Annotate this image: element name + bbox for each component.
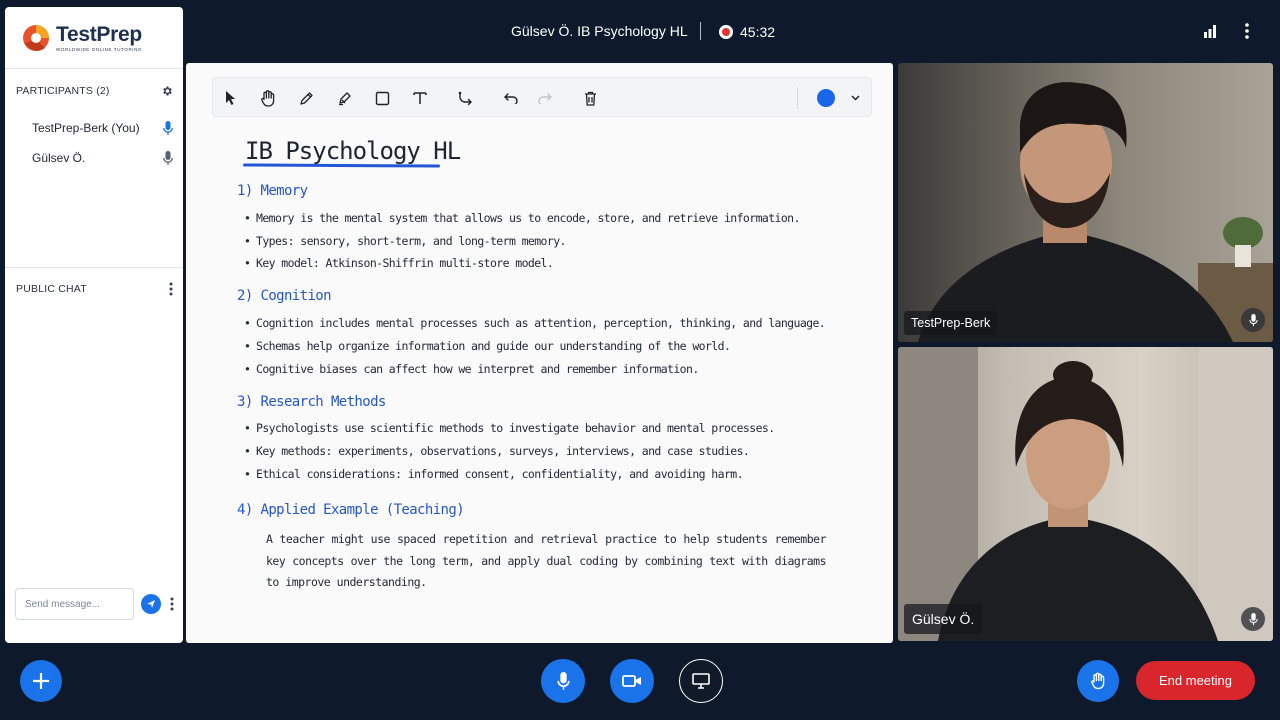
chat-heading: PUBLIC CHAT: [16, 283, 87, 295]
participants-panel: PARTICIPANTS (2) TestPrep-Berk (You) Gül…: [5, 69, 183, 268]
color-dropdown[interactable]: [844, 87, 866, 109]
camera-button[interactable]: [610, 659, 654, 703]
sidebar: TestPrep WORLDWIDE ONLINE TUTORING PARTI…: [5, 7, 183, 643]
video-mic-badge: [1241, 607, 1265, 631]
meeting-timer: 45:32: [740, 24, 776, 40]
chat-more-icon[interactable]: [170, 597, 174, 611]
connector-tool[interactable]: [455, 87, 477, 109]
undo-icon: [504, 93, 518, 104]
gear-icon[interactable]: [161, 85, 173, 97]
add-button[interactable]: [20, 660, 62, 702]
bullet-item: Memory is the mental system that allows …: [244, 211, 800, 225]
undo-button[interactable]: [500, 87, 522, 109]
monitor-icon: [692, 673, 710, 689]
section-heading: 3) Research Methods: [237, 394, 386, 410]
pen-color-swatch[interactable]: [817, 89, 835, 107]
brand-tagline: WORLDWIDE ONLINE TUTORING: [56, 46, 143, 52]
raise-hand-button[interactable]: [1077, 660, 1119, 702]
toolbar-divider: [797, 87, 798, 109]
pencil-tool[interactable]: [295, 87, 317, 109]
participant-name: Gülsev Ö.: [32, 151, 86, 165]
whiteboard-title: IB Psychology HL: [245, 137, 461, 165]
mic-icon: [1248, 612, 1258, 625]
bullet-item: Key model: Atkinson-Shiffrin multi-store…: [244, 256, 554, 270]
pan-tool[interactable]: [257, 87, 279, 109]
microphone-button[interactable]: [541, 659, 585, 703]
more-options-icon[interactable]: [1244, 22, 1250, 40]
recording-icon: [719, 25, 733, 39]
bullet-item: Key methods: experiments, observations, …: [244, 444, 750, 458]
participants-header: PARTICIPANTS (2): [5, 69, 183, 113]
redo-button[interactable]: [534, 87, 556, 109]
whiteboard[interactable]: IB Psychology HL 1) Memory Memory is the…: [186, 63, 893, 643]
section-heading: 1) Memory: [237, 183, 308, 199]
paragraph-text: A teacher might use spaced repetition an…: [266, 532, 827, 589]
trash-icon: [584, 91, 596, 106]
bullet-item: Schemas help organize information and gu…: [244, 339, 731, 353]
bullet-item: Cognitive biases can affect how we inter…: [244, 362, 699, 376]
bullet-item: Psychologists use scientific methods to …: [244, 421, 775, 435]
pencil-icon: [299, 91, 313, 105]
mic-active-icon: [163, 120, 173, 135]
meeting-title: Gülsev Ö. IB Psychology HL: [511, 23, 688, 39]
title-underline: [242, 163, 441, 168]
whiteboard-toolbar: [212, 77, 872, 117]
text-icon: [413, 92, 427, 104]
screen-share-button[interactable]: [679, 659, 723, 703]
chat-header: PUBLIC CHAT: [5, 268, 183, 310]
video-mic-badge: [1241, 308, 1265, 332]
signal-strength-icon[interactable]: [1204, 24, 1218, 38]
text-tool[interactable]: [409, 87, 431, 109]
chat-message-input[interactable]: Send message...: [15, 588, 134, 620]
participant-video-feed: [918, 82, 1273, 342]
participant-video-feed: [898, 347, 1273, 641]
participants-heading: PARTICIPANTS (2): [16, 85, 110, 97]
participant-row[interactable]: Gülsev Ö.: [5, 143, 183, 173]
send-button[interactable]: [141, 594, 161, 614]
square-icon: [375, 91, 389, 105]
hand-icon: [261, 89, 275, 107]
brand-name: TestPrep: [56, 22, 142, 46]
video-name-label: TestPrep-Berk: [904, 311, 998, 335]
participant-row[interactable]: TestPrep-Berk (You): [5, 113, 183, 143]
send-icon: [147, 600, 155, 608]
marker-icon: [338, 91, 351, 105]
chat-input-row: Send message...: [15, 588, 174, 620]
bullet-item: Cognition includes mental processes such…: [244, 316, 826, 330]
highlighter-tool[interactable]: [333, 87, 355, 109]
testprep-logo-icon: [23, 24, 49, 51]
microphone-icon: [556, 671, 570, 690]
mic-icon: [1248, 313, 1258, 326]
delete-button[interactable]: [579, 87, 601, 109]
chevron-down-icon: [850, 95, 860, 101]
plus-icon: [33, 673, 49, 689]
mic-icon: [163, 150, 173, 165]
cursor-icon: [226, 91, 235, 105]
connector-icon: [458, 91, 472, 105]
bullet-item: Ethical considerations: informed consent…: [244, 467, 744, 481]
video-tile[interactable]: TestPrep-Berk: [898, 63, 1273, 342]
shape-tool[interactable]: [371, 87, 393, 109]
section-heading: 2) Cognition: [237, 288, 332, 304]
video-camera-icon: [622, 675, 641, 687]
video-name-label: Gülsev Ö.: [904, 604, 983, 634]
title-divider: [700, 22, 701, 40]
section-heading: 4) Applied Example (Teaching): [237, 502, 465, 518]
brand-logo: TestPrep WORLDWIDE ONLINE TUTORING: [5, 7, 183, 69]
end-meeting-button[interactable]: End meeting: [1136, 661, 1255, 700]
select-tool[interactable]: [220, 87, 242, 109]
bullet-item: Types: sensory, short-term, and long-ter…: [244, 234, 566, 248]
redo-icon: [538, 93, 552, 104]
participant-name: TestPrep-Berk (You): [32, 121, 140, 135]
chat-panel: PUBLIC CHAT Send message...: [5, 268, 183, 642]
video-tile[interactable]: Gülsev Ö.: [898, 347, 1273, 641]
raise-hand-icon: [1091, 672, 1105, 690]
top-bar: Gülsev Ö. IB Psychology HL 45:32: [190, 0, 1280, 62]
more-vertical-icon[interactable]: [169, 282, 173, 296]
